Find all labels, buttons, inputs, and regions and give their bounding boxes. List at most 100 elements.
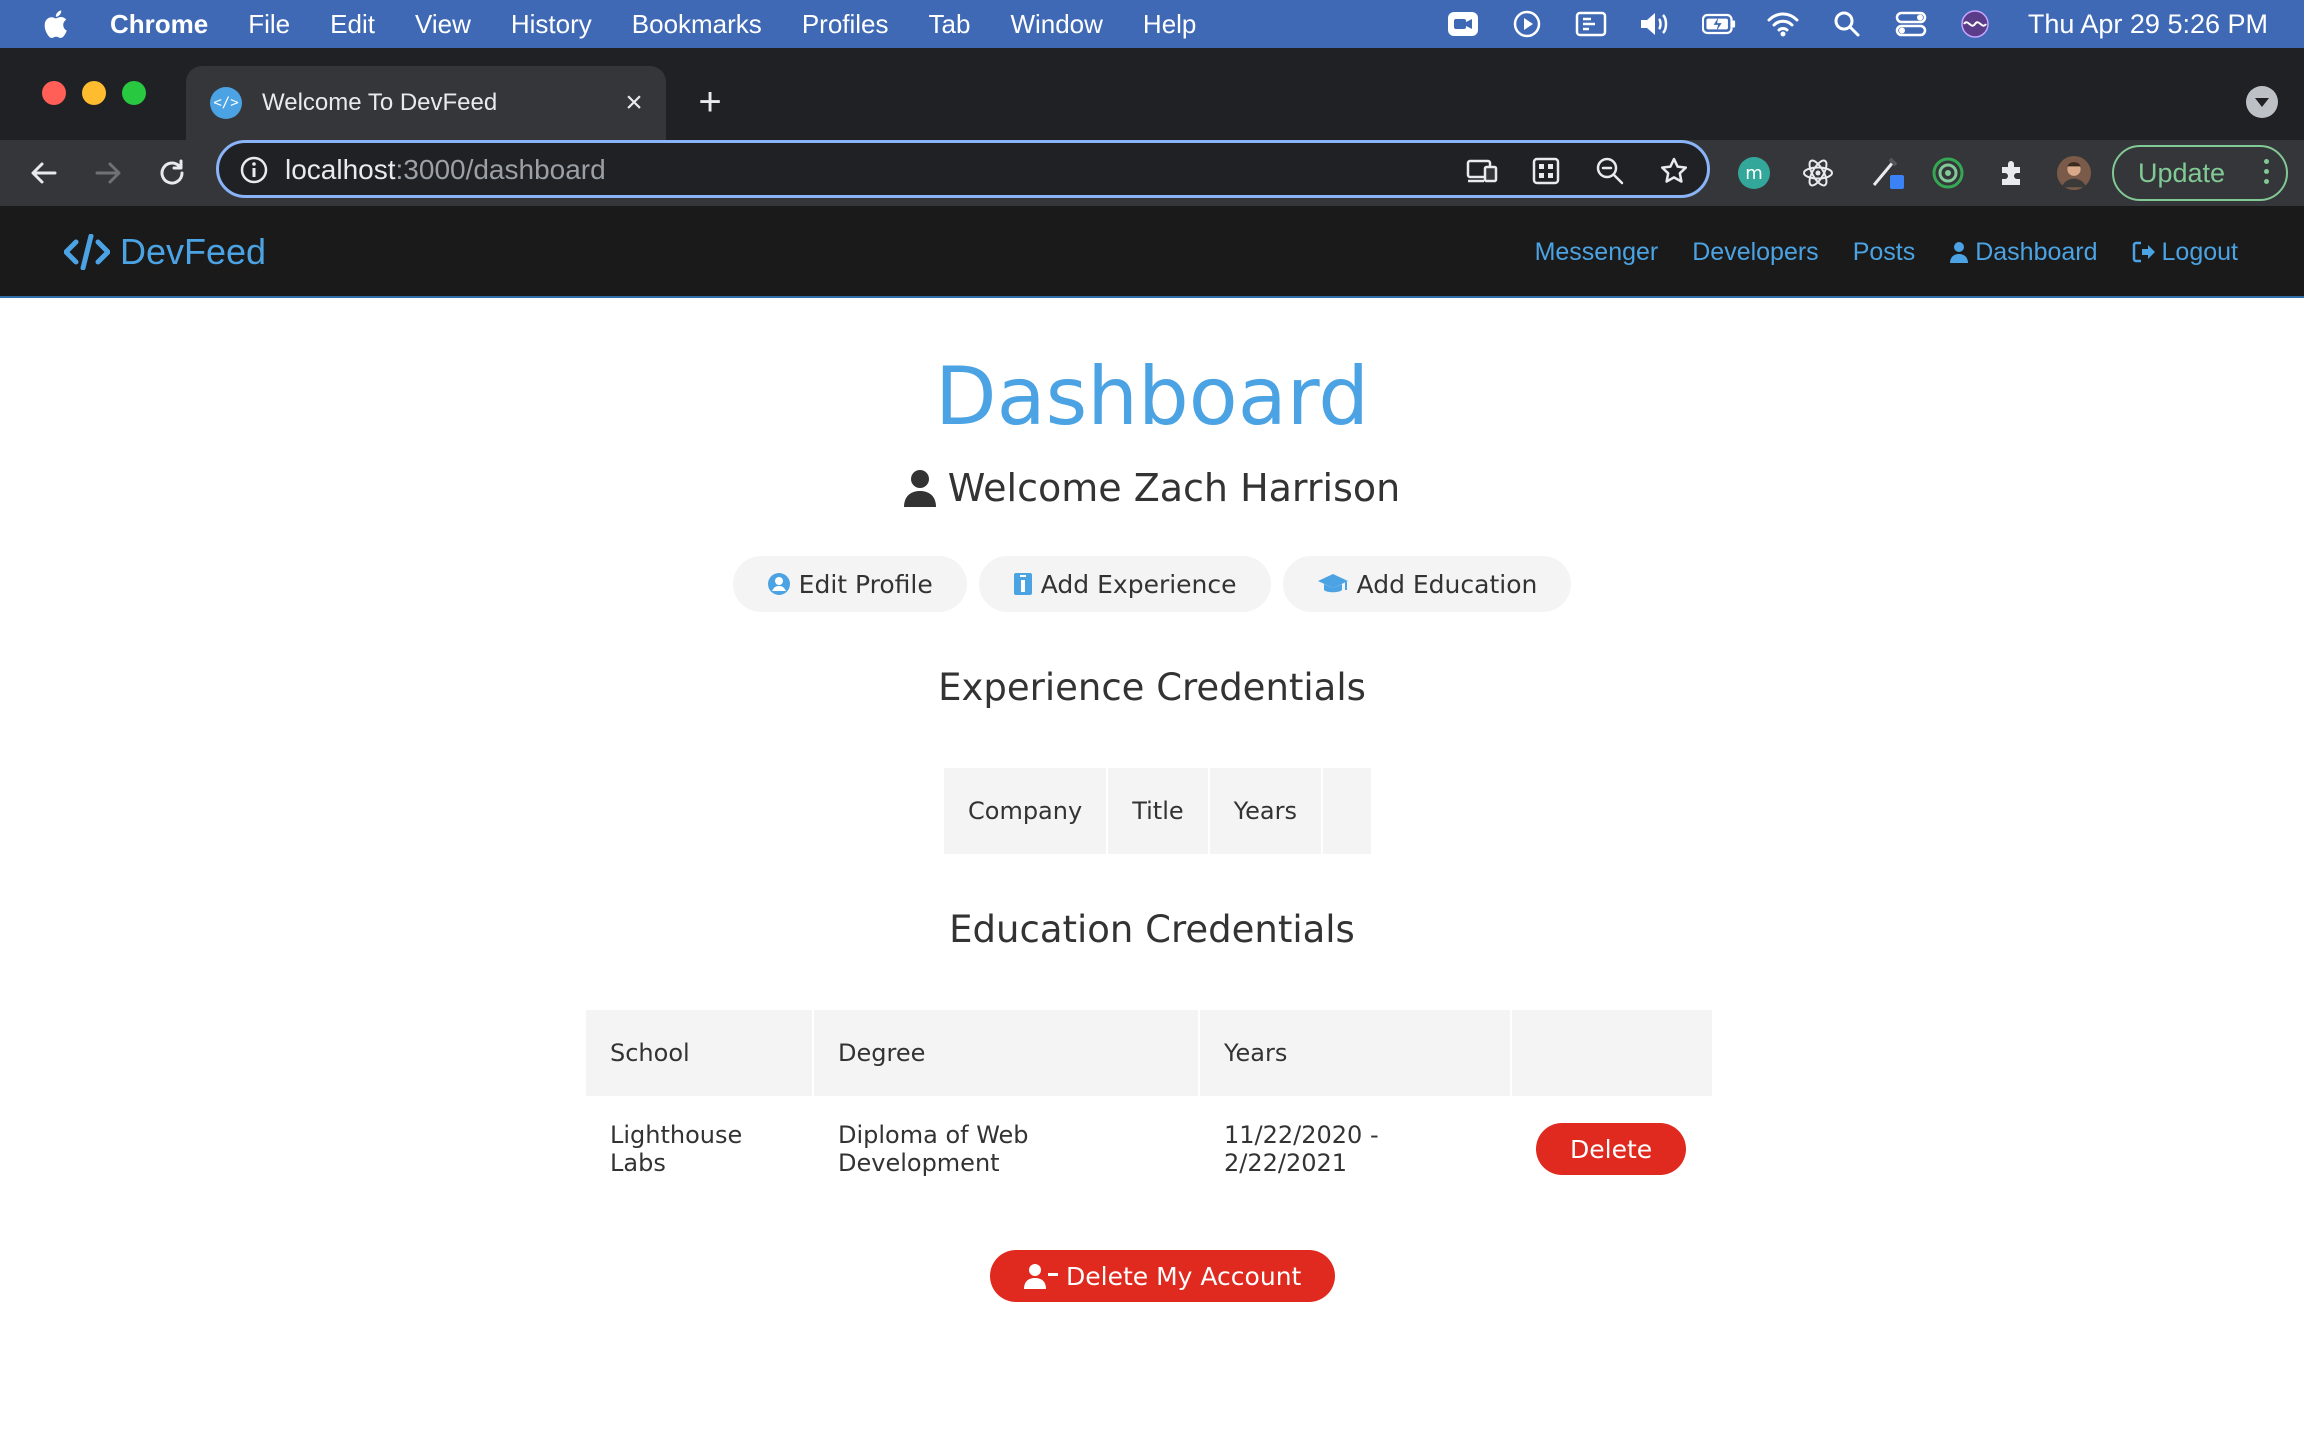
url-host: localhost — [285, 154, 396, 185]
site-nav-links: Messenger Developers Posts Dashboard Log… — [1501, 206, 2238, 298]
volume-icon[interactable] — [1638, 9, 1672, 39]
education-header-actions — [1512, 1010, 1712, 1096]
tab-title: Welcome To DevFeed — [262, 89, 498, 116]
tab-strip: </> Welcome To DevFeed × + — [0, 48, 2304, 140]
svg-text:m: m — [1745, 163, 1763, 184]
address-bar[interactable]: localhost:3000/dashboard — [216, 140, 1710, 198]
devfeed-favicon-icon: </> — [210, 87, 242, 119]
extension-m-icon[interactable]: m — [1736, 155, 1772, 191]
zoom-video-icon[interactable] — [1446, 9, 1480, 39]
menu-edit[interactable]: Edit — [330, 9, 375, 40]
menu-profiles[interactable]: Profiles — [802, 9, 889, 40]
react-devtools-icon[interactable] — [1800, 155, 1836, 191]
welcome-message: Welcome Zach Harrison — [0, 466, 2304, 510]
user-icon — [1950, 242, 1969, 263]
delete-account-button[interactable]: Delete My Account — [990, 1250, 1336, 1302]
menu-bookmarks[interactable]: Bookmarks — [632, 9, 762, 40]
extensions-puzzle-icon[interactable] — [1994, 155, 2030, 191]
bookmark-star-icon[interactable] — [1657, 154, 1691, 188]
experience-header-title: Title — [1108, 768, 1208, 854]
mac-menubar: Chrome File Edit View History Bookmarks … — [0, 0, 2304, 48]
table-row: Lighthouse Labs Diploma of Web Developme… — [586, 1096, 1712, 1202]
nav-logout-label: Logout — [2161, 237, 2238, 266]
display-icon[interactable] — [1574, 9, 1608, 39]
kebab-menu-icon[interactable] — [2264, 159, 2270, 189]
experience-header-years: Years — [1209, 768, 1321, 854]
zoom-out-icon[interactable] — [1593, 154, 1627, 188]
nav-messenger-link[interactable]: Messenger — [1535, 238, 1659, 267]
browser-toolbar: localhost:3000/dashboard m Update — [0, 140, 2304, 206]
reload-button[interactable] — [148, 149, 196, 197]
education-header-degree: Degree — [814, 1010, 1198, 1096]
delete-account-label: Delete My Account — [1066, 1261, 1302, 1291]
nav-posts-link[interactable]: Posts — [1853, 238, 1916, 267]
color-picker-extension-icon[interactable] — [1870, 155, 1906, 191]
apps-grid-icon[interactable] — [1529, 154, 1563, 188]
delete-education-button[interactable]: Delete — [1536, 1123, 1687, 1175]
target-extension-icon[interactable] — [1930, 155, 1966, 191]
menu-tab[interactable]: Tab — [929, 9, 971, 40]
cast-icon[interactable] — [1465, 154, 1499, 188]
url-text[interactable]: localhost:3000/dashboard — [285, 154, 606, 186]
browser-tab-active[interactable]: </> Welcome To DevFeed × — [186, 66, 666, 140]
new-tab-button[interactable]: + — [692, 82, 728, 122]
id-badge-icon — [1013, 573, 1032, 595]
control-center-icon[interactable] — [1894, 9, 1928, 39]
site-info-icon[interactable] — [239, 155, 269, 185]
education-school-cell: Lighthouse Labs — [610, 1121, 743, 1177]
url-path: :3000/dashboard — [395, 154, 606, 185]
education-header-row: School Degree Years — [586, 1010, 1712, 1096]
apple-icon[interactable] — [40, 7, 74, 41]
wifi-icon[interactable] — [1766, 9, 1800, 39]
siri-icon[interactable] — [1958, 9, 1992, 39]
back-button[interactable] — [20, 149, 68, 197]
site-navbar: DevFeed Messenger Developers Posts Dashb… — [0, 206, 2304, 298]
nav-developers-link[interactable]: Developers — [1692, 238, 1818, 267]
education-years-cell: 11/22/2020 - 2/22/2021 — [1224, 1121, 1379, 1177]
experience-header-actions — [1322, 768, 1371, 854]
status-area: Thu Apr 29 5:26 PM — [1416, 0, 2268, 48]
nav-logout-link[interactable]: Logout — [2132, 238, 2238, 267]
experience-header-company: Company — [944, 768, 1107, 854]
user-minus-icon — [1024, 1264, 1058, 1289]
education-header-school: School — [586, 1010, 812, 1096]
forward-button[interactable] — [84, 149, 132, 197]
nav-dashboard-link[interactable]: Dashboard — [1949, 237, 2098, 267]
battery-icon[interactable] — [1701, 9, 1736, 39]
menu-history[interactable]: History — [511, 9, 592, 40]
menu-help[interactable]: Help — [1143, 9, 1196, 40]
menu-file[interactable]: File — [248, 9, 290, 40]
menu-view[interactable]: View — [415, 9, 471, 40]
tab-search-dropdown-icon[interactable] — [2246, 86, 2278, 118]
menu-window[interactable]: Window — [1010, 9, 1102, 40]
window-close-button[interactable] — [42, 81, 66, 105]
experience-header-row: Company Title Years — [944, 768, 1371, 854]
back-arrow-icon — [31, 162, 57, 184]
devfeed-logo[interactable]: DevFeed — [64, 226, 266, 278]
update-label: Update — [2138, 157, 2226, 188]
sign-out-icon — [2132, 241, 2155, 263]
experience-heading: Experience Credentials — [938, 666, 1366, 709]
code-icon — [64, 234, 110, 270]
window-minimize-button[interactable] — [82, 81, 106, 105]
play-circle-icon[interactable] — [1510, 9, 1544, 39]
add-education-button[interactable]: Add Education — [1282, 556, 1572, 612]
education-degree-cell: Diploma of Web Development — [838, 1121, 1029, 1177]
experience-table: Company Title Years — [942, 768, 1373, 854]
add-experience-button[interactable]: Add Experience — [978, 556, 1271, 612]
profile-avatar-icon[interactable] — [2056, 155, 2092, 191]
tab-close-icon[interactable]: × — [618, 87, 650, 119]
add-education-label: Add Education — [1356, 569, 1538, 599]
user-circle-icon — [767, 573, 790, 595]
graduation-cap-icon — [1317, 574, 1348, 593]
window-maximize-button[interactable] — [122, 81, 146, 105]
menu-app-chrome[interactable]: Chrome — [110, 9, 208, 40]
spotlight-search-icon[interactable] — [1830, 9, 1864, 39]
welcome-text: Welcome Zach Harrison — [947, 466, 1401, 510]
nav-dashboard-label: Dashboard — [1975, 237, 2098, 266]
edit-profile-label: Edit Profile — [798, 569, 933, 599]
chrome-update-button[interactable]: Update — [2112, 145, 2288, 201]
edit-profile-button[interactable]: Edit Profile — [732, 556, 967, 612]
education-table: School Degree Years Lighthouse Labs Dipl… — [584, 1010, 1714, 1202]
menubar-clock[interactable]: Thu Apr 29 5:26 PM — [2028, 9, 2268, 40]
